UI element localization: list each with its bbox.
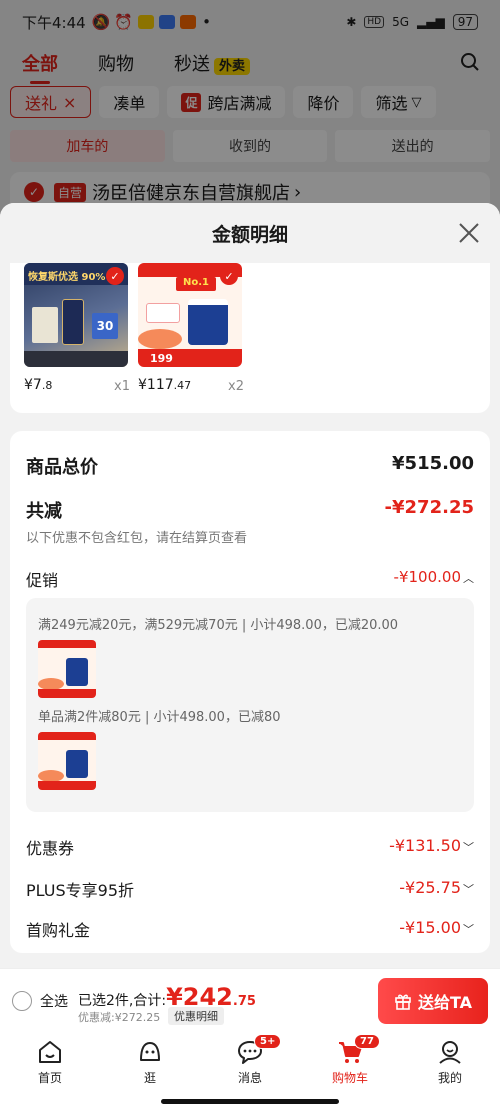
chevron-down-icon: ﹀ — [463, 883, 474, 896]
price-decimal: .47 — [173, 379, 192, 392]
first-purchase-value: -¥15.00 — [399, 918, 461, 937]
chevron-down-icon: ﹀ — [463, 841, 474, 854]
product-check-icon: ✓ — [106, 267, 124, 285]
promo-detail-box: 满249元减20元，满529元减70元 | 小计498.00，已减20.00 单… — [26, 598, 474, 812]
checkout-bar: 全选 已选2件,合计:¥242.75 优惠减:¥272.25 优惠明细 送给TA — [0, 968, 500, 1030]
coupon-toggle[interactable]: -¥131.50 ﹀ — [389, 836, 474, 855]
tab-browse-label: 逛 — [143, 1071, 156, 1085]
gift-icon — [395, 994, 411, 1010]
chevron-down-icon: ﹀ — [463, 923, 474, 936]
product-image[interactable]: 恢复斯优选 90% 30 ✓ — [24, 263, 128, 367]
product-banner: No.1 — [176, 277, 216, 291]
message-badge: 5+ — [254, 1034, 282, 1049]
coupon-label: 优惠券 — [26, 839, 75, 858]
chevron-up-icon: ︿ — [463, 572, 474, 585]
tab-home[interactable]: 首页 — [20, 1038, 80, 1086]
close-icon[interactable] — [456, 220, 482, 246]
product-qty: x2 — [228, 379, 244, 394]
plus-value: -¥25.75 — [399, 878, 461, 897]
reduce-value: -¥272.25 — [384, 497, 474, 518]
product-check-icon: ✓ — [220, 267, 238, 285]
tab-browse[interactable]: 逛 — [120, 1038, 180, 1086]
total-value: ¥515.00 — [392, 453, 474, 474]
sheet-title: 金额明细 — [0, 203, 500, 263]
discount-summary: 优惠减:¥272.25 — [78, 1011, 161, 1024]
promo-line: 单品满2件减80元 | 小计498.00，已减80 — [38, 710, 281, 725]
product-thumb-label: 199 — [138, 349, 242, 367]
home-indicator — [161, 1099, 339, 1104]
profile-icon — [439, 1041, 461, 1064]
product-thumb-label: 30 — [92, 313, 118, 339]
reduce-label: 共减 — [26, 501, 62, 522]
promo-toggle[interactable]: -¥100.00 ︿ — [394, 568, 474, 586]
discount-note: 以下优惠不包含红包，请在结算页查看 — [26, 531, 248, 546]
tab-mine[interactable]: 我的 — [420, 1038, 480, 1086]
promo-product-image — [38, 732, 96, 790]
price-decimal: .8 — [41, 379, 53, 392]
promo-line: 满249元减20元，满529元减70元 | 小计498.00，已减20.00 — [38, 618, 399, 633]
price-main: ¥7 — [24, 377, 42, 393]
first-purchase-label: 首购礼金 — [26, 921, 91, 940]
total-label: 商品总价 — [26, 457, 98, 478]
total-decimal: .75 — [232, 994, 256, 1009]
discount-detail-button[interactable]: 优惠明细 — [168, 1007, 224, 1025]
product-qty: x1 — [114, 379, 130, 394]
price-main: ¥117 — [138, 377, 174, 393]
tab-cart[interactable]: 77 购物车 — [320, 1034, 380, 1086]
product-image[interactable]: No.1 199 ✓ — [138, 263, 242, 367]
send-gift-label: 送给TA — [417, 993, 473, 1012]
send-gift-button[interactable]: 送给TA — [378, 978, 488, 1024]
selected-count: 已选2件,合计: — [78, 993, 167, 1009]
product-price: ¥117.47 — [138, 377, 191, 393]
select-all-radio[interactable] — [12, 991, 32, 1011]
tab-messages[interactable]: 5+ 消息 — [220, 1034, 282, 1086]
home-icon — [39, 1041, 61, 1063]
first-purchase-toggle[interactable]: -¥15.00 ﹀ — [399, 918, 474, 937]
cart-badge: 77 — [354, 1034, 380, 1049]
product-price: ¥7.8 — [24, 377, 52, 393]
promo-value: -¥100.00 — [393, 568, 461, 586]
plus-label: PLUS专享95折 — [26, 881, 134, 900]
product-list: 恢复斯优选 90% 30 ✓ ¥7.8 x1 No.1 199 ✓ ¥117.4… — [10, 263, 490, 413]
bottom-tab-bar: 首页 逛 5+ 消息 77 购物车 我的 — [0, 1030, 500, 1111]
promo-product-image — [38, 640, 96, 698]
tab-messages-label: 消息 — [237, 1071, 262, 1085]
promo-label: 促销 — [26, 571, 59, 590]
plus-toggle[interactable]: -¥25.75 ﹀ — [399, 878, 474, 897]
tab-home-label: 首页 — [37, 1071, 62, 1085]
tab-mine-label: 我的 — [437, 1071, 462, 1085]
coupon-value: -¥131.50 — [389, 836, 461, 855]
selected-summary: 已选2件,合计:¥242.75 — [78, 983, 256, 1011]
select-all-label[interactable]: 全选 — [40, 991, 68, 1011]
price-summary: 商品总价 ¥515.00 共减 -¥272.25 以下优惠不包含红包，请在结算页… — [10, 431, 490, 953]
browse-icon — [140, 1042, 160, 1061]
tab-cart-label: 购物车 — [331, 1071, 368, 1085]
